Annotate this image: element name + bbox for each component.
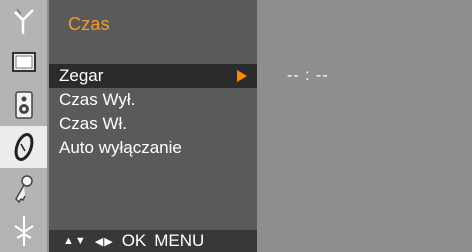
key-icon[interactable]	[0, 168, 47, 210]
nav-updown-icon: ▲▼	[63, 235, 87, 247]
menu-item-czas-wl[interactable]: Czas Wł.	[49, 112, 257, 136]
menu-footer: ▲▼ ◀▶ OK MENU	[49, 230, 257, 252]
menu-item-czas-wyl[interactable]: Czas Wył.	[49, 88, 257, 112]
menu-item-auto-wylaczanie[interactable]: Auto wyłączanie	[49, 136, 257, 160]
menu-item-label: Czas Wył.	[59, 90, 136, 109]
nav-leftright-icon: ◀▶	[94, 235, 114, 248]
plug-icon[interactable]	[0, 210, 47, 252]
ok-hint: OK	[121, 231, 147, 250]
arrow-right-icon	[237, 70, 247, 82]
antenna-icon[interactable]	[0, 0, 47, 42]
clock-icon[interactable]	[0, 126, 47, 168]
menu-item-label: Zegar	[59, 66, 104, 85]
menu-item-label: Auto wyłączanie	[59, 138, 182, 157]
value-panel: -- : --	[257, 0, 472, 252]
speaker-icon[interactable]	[0, 84, 47, 126]
menu-list: Zegar Czas Wył. Czas Wł. Auto wyłączanie	[49, 64, 257, 160]
menu-title: Czas	[68, 14, 110, 34]
clock-value[interactable]: -- : --	[287, 64, 329, 88]
menu-item-label: Czas Wł.	[59, 114, 127, 133]
menu-icon-strip	[0, 0, 47, 252]
menu-item-zegar[interactable]: Zegar	[49, 64, 257, 88]
picture-icon[interactable]	[0, 42, 47, 84]
menu-hint: MENU	[154, 231, 205, 250]
osd-menu: Czas Zegar Czas Wył. Czas Wł. Auto wyłąc…	[0, 0, 472, 252]
menu-panel: Czas Zegar Czas Wył. Czas Wł. Auto wyłąc…	[49, 0, 257, 252]
